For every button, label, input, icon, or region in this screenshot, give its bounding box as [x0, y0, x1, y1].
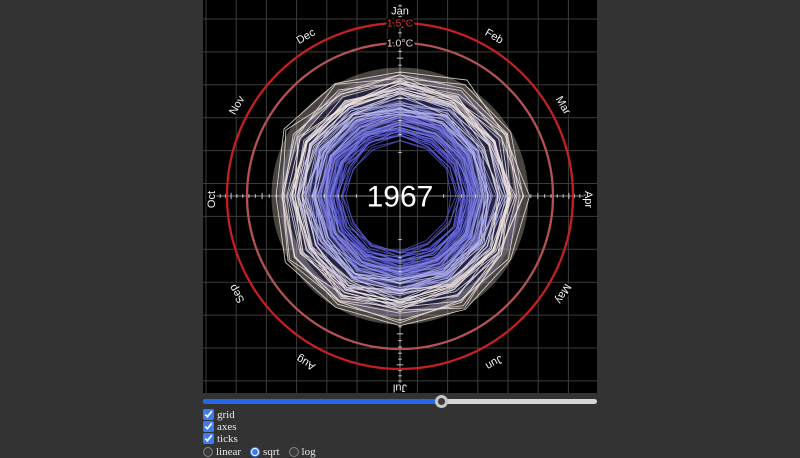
month-label: Oct: [206, 191, 218, 208]
grid-checkbox-label: grid: [217, 409, 235, 421]
ticks-toggle-row: ticks: [203, 433, 597, 444]
scale-option-linear: linear: [203, 446, 241, 458]
scale-option-sqrt: sqrt: [250, 446, 280, 458]
climate-spiral-chart: 1.5°C1.0°CJanFebMarAprMayJunJulAugSepOct…: [203, 0, 597, 393]
scale-radio-label-log: log: [302, 446, 316, 458]
display-toggles: gridaxesticks: [203, 409, 597, 444]
scale-radio-linear[interactable]: [203, 447, 213, 457]
ticks-checkbox[interactable]: [203, 433, 214, 444]
climate-spiral-app: 1.5°C1.0°CJanFebMarAprMayJunJulAugSepOct…: [203, 0, 597, 457]
center-year-label: 1967: [367, 181, 434, 214]
scale-radio-label-sqrt: sqrt: [263, 446, 280, 458]
axes-checkbox[interactable]: [203, 421, 214, 432]
ticks-checkbox-label: ticks: [217, 433, 238, 445]
slider-thumb[interactable]: [435, 395, 448, 408]
axes-toggle-row: axes: [203, 421, 597, 432]
scale-radio-label-linear: linear: [216, 446, 241, 458]
slider-fill: [203, 399, 441, 404]
scale-radio-sqrt[interactable]: [250, 447, 260, 457]
slider-track[interactable]: [203, 399, 597, 404]
grid-toggle-row: grid: [203, 409, 597, 420]
month-label: Apr: [582, 191, 594, 208]
temperature-ring-label: 1.5°C: [387, 18, 414, 30]
year-slider[interactable]: [203, 395, 597, 408]
month-label: Jul: [393, 382, 407, 394]
grid-checkbox[interactable]: [203, 409, 214, 420]
scale-radio-log[interactable]: [289, 447, 299, 457]
temperature-ring-label: 1.0°C: [387, 38, 414, 50]
scale-options: linear sqrt log: [203, 446, 597, 457]
month-label: Jan: [391, 6, 409, 18]
scale-option-log: log: [289, 446, 316, 458]
axes-checkbox-label: axes: [217, 421, 237, 433]
